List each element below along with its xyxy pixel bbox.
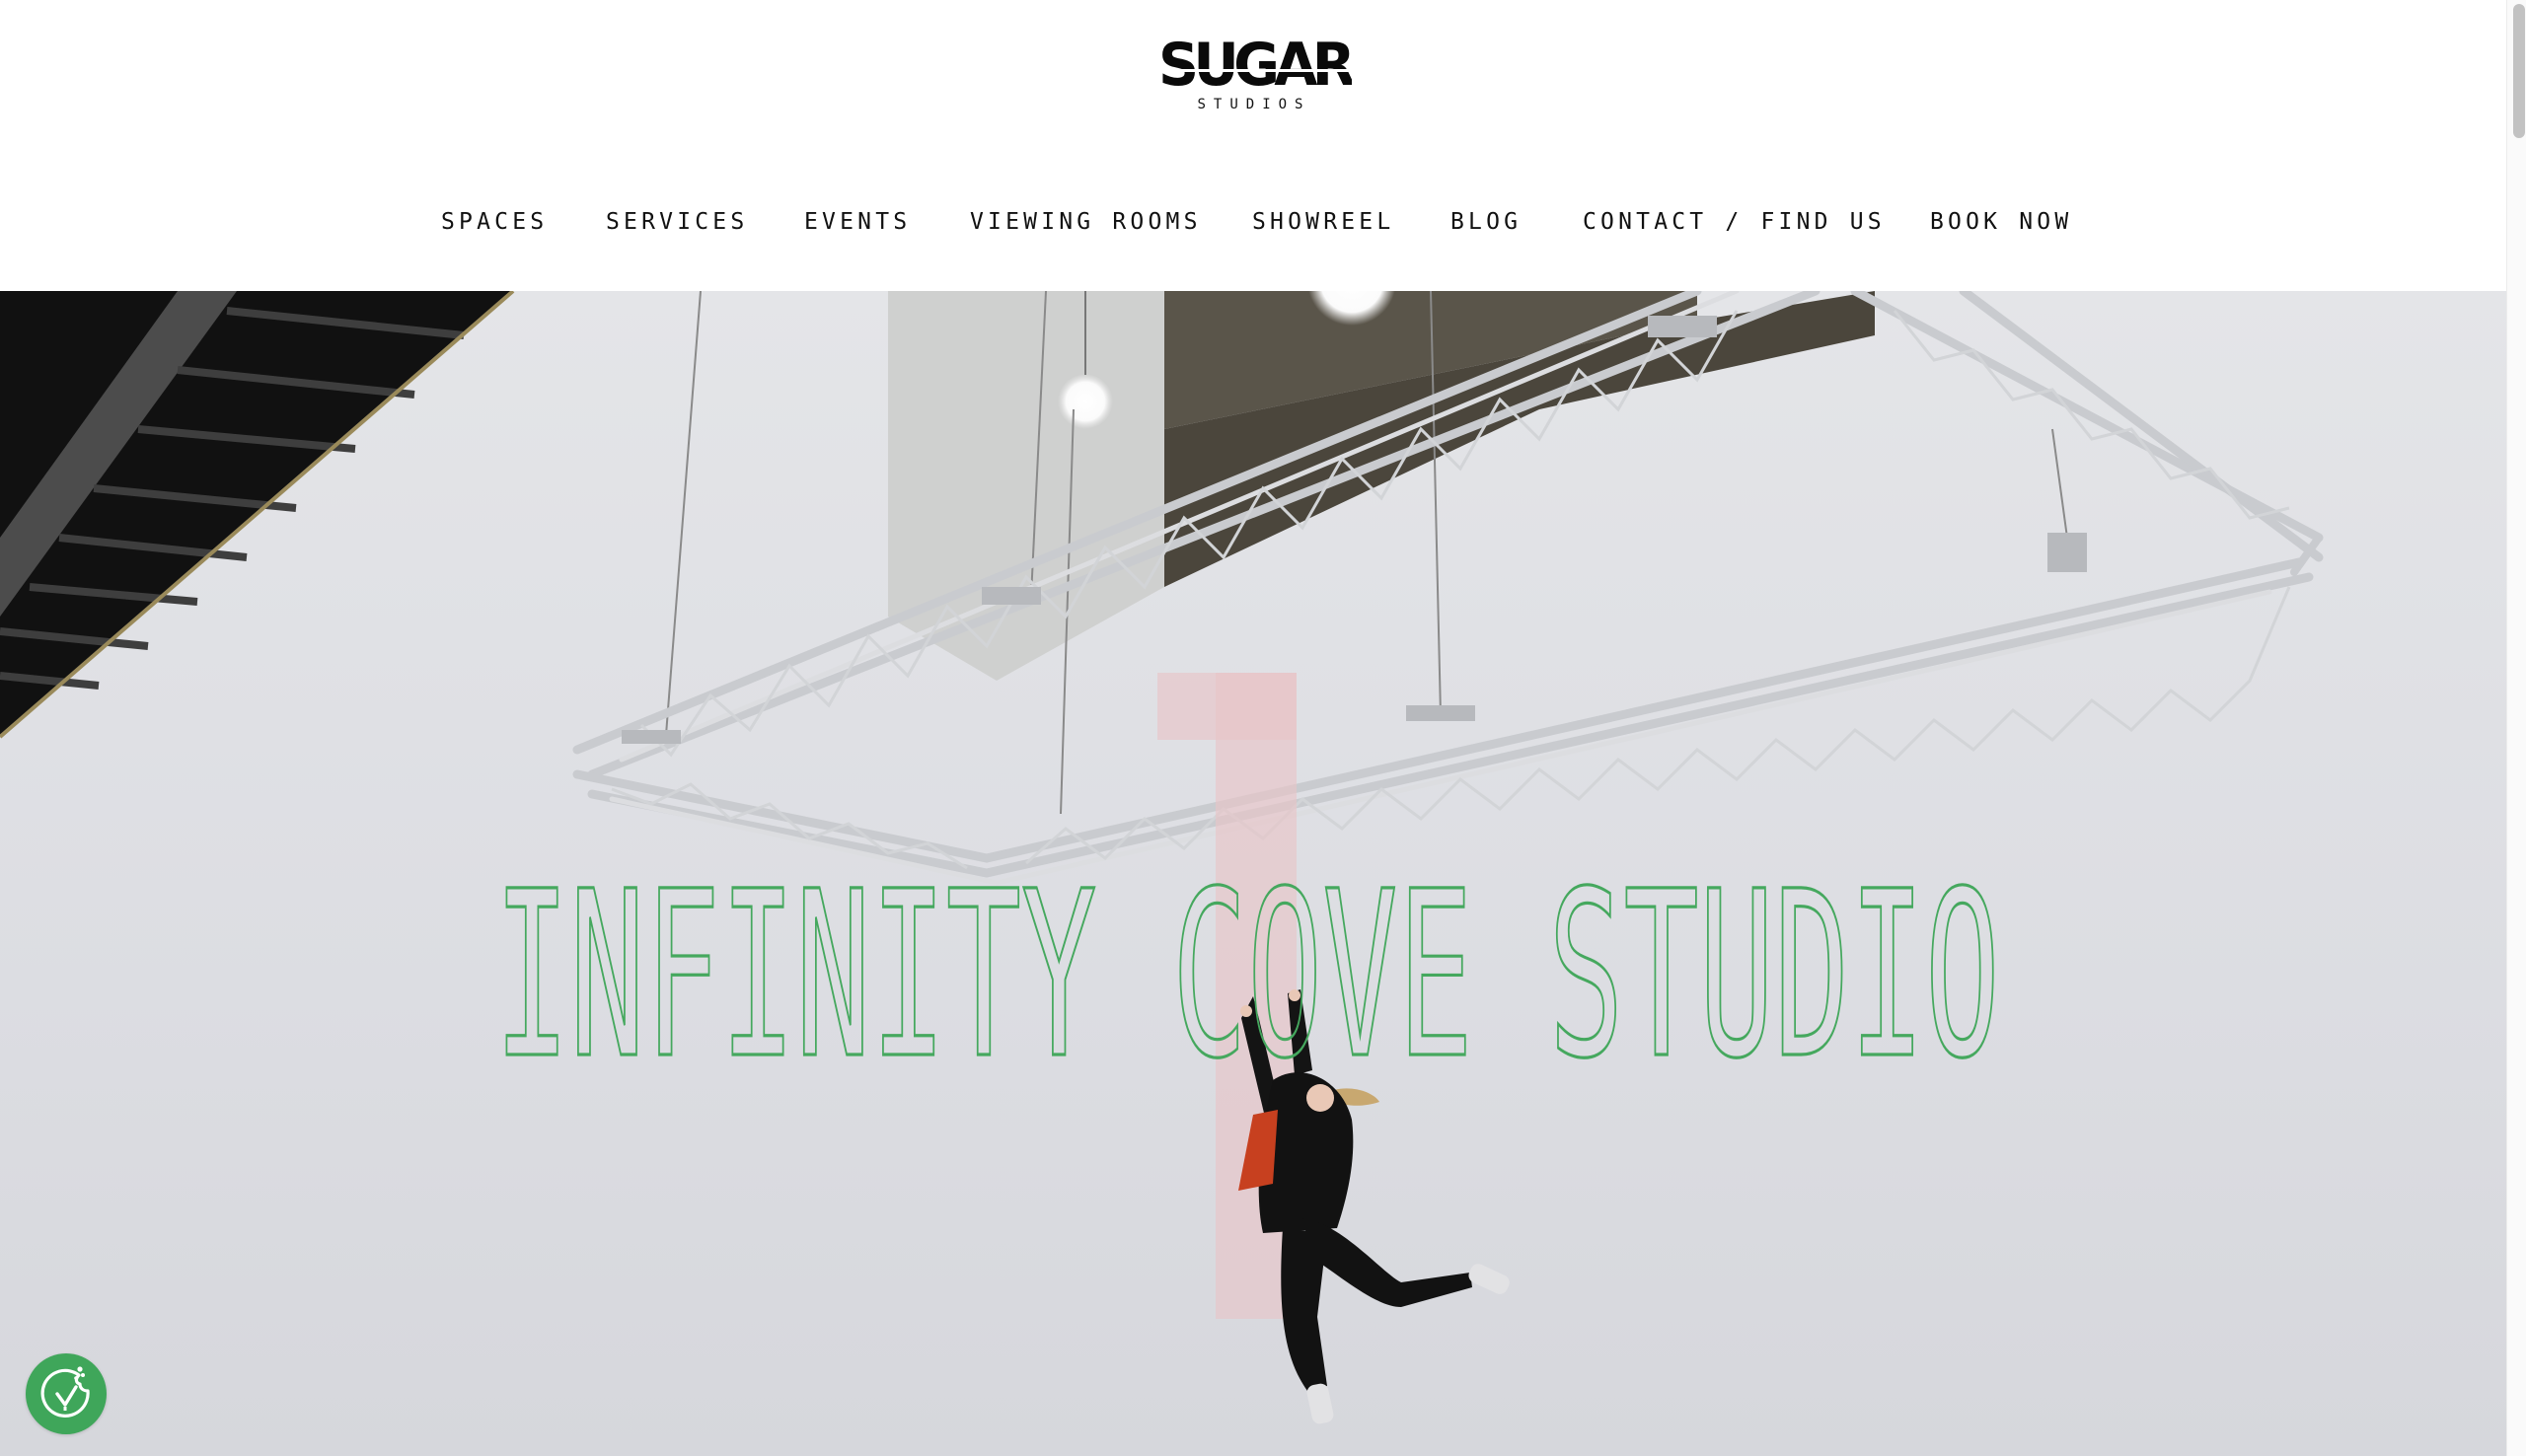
page: SUGAR STUDIOS SPACES SERVICES EVENTS VIE… (0, 0, 2506, 1456)
page-scrollbar[interactable] (2506, 0, 2526, 1456)
hero-title-text: INFINITY COVE STUDIO (494, 842, 2000, 1109)
cookie-check-icon (40, 1366, 90, 1418)
nav-blog[interactable]: BLOG (1450, 202, 1522, 242)
logo-subtitle: STUDIOS (1197, 97, 1310, 112)
logo-wordmark: SUGAR (1158, 36, 1352, 100)
pendant-lamp (1058, 374, 1113, 429)
nav-events[interactable]: EVENTS (804, 202, 911, 242)
nav-book-now[interactable]: BOOK NOW (1930, 202, 2072, 242)
sugar-studios-logo: SUGAR STUDIOS (1156, 36, 1352, 112)
nav-showreel[interactable]: SHOWREEL (1252, 202, 1394, 242)
hero-section: INFINITY COVE STUDIO (0, 291, 2506, 1456)
hero-title-svg: INFINITY COVE STUDIO (492, 840, 2001, 1110)
logo-link[interactable]: SUGAR STUDIOS (1156, 36, 1352, 114)
cookie-consent-button[interactable] (26, 1353, 107, 1434)
nav-spaces[interactable]: SPACES (441, 202, 548, 242)
main-nav: SPACES SERVICES EVENTS VIEWING ROOMS SHO… (0, 202, 2506, 242)
site-header: SUGAR STUDIOS SPACES SERVICES EVENTS VIE… (0, 0, 2506, 291)
nav-viewing-rooms[interactable]: VIEWING ROOMS (970, 202, 1202, 242)
nav-services[interactable]: SERVICES (606, 202, 748, 242)
scrollbar-thumb[interactable] (2513, 4, 2525, 138)
hero-title: INFINITY COVE STUDIO (487, 840, 2007, 1110)
nav-contact-find-us[interactable]: CONTACT / FIND US (1583, 202, 1886, 242)
